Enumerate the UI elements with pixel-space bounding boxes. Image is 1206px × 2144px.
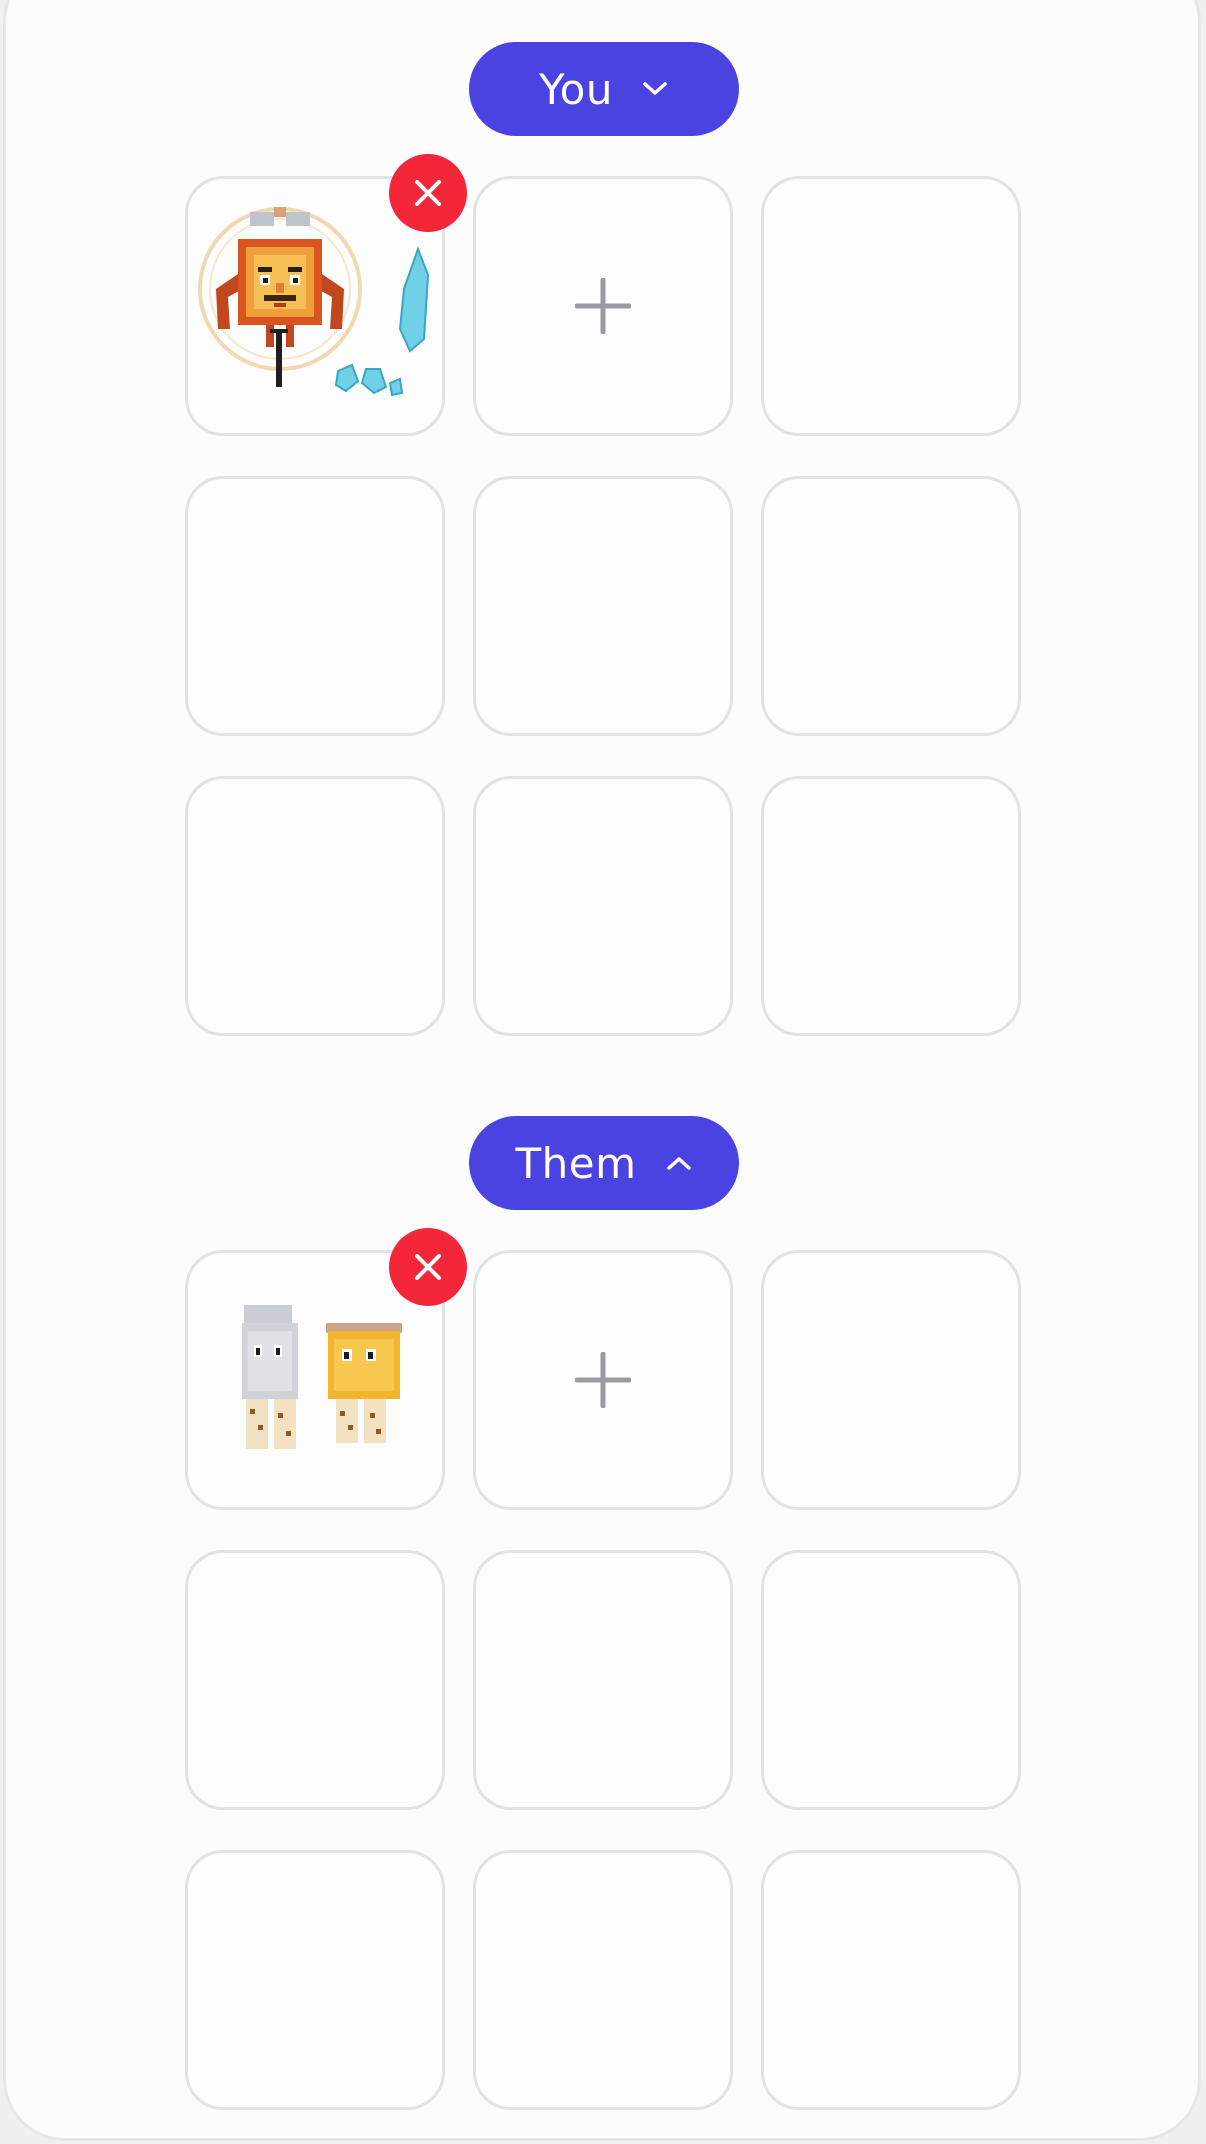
them-add-item-button[interactable] bbox=[473, 1250, 733, 1510]
close-icon bbox=[415, 1254, 441, 1280]
you-item-slot-1[interactable] bbox=[185, 154, 467, 436]
you-add-item-button[interactable] bbox=[473, 176, 733, 436]
plus-icon bbox=[575, 278, 631, 334]
them-empty-slot bbox=[761, 1250, 1021, 1510]
you-empty-slot bbox=[761, 176, 1021, 436]
them-empty-slot bbox=[761, 1850, 1021, 2110]
them-remove-item-button[interactable] bbox=[389, 1228, 467, 1306]
them-empty-slot bbox=[473, 1850, 733, 2110]
chevron-down-icon bbox=[643, 82, 667, 95]
you-empty-slot bbox=[185, 476, 445, 736]
them-item-grid bbox=[185, 1228, 1021, 2110]
you-empty-slot bbox=[473, 476, 733, 736]
chevron-up-icon bbox=[666, 1157, 691, 1170]
you-empty-slot bbox=[473, 776, 733, 1036]
you-toggle-button[interactable]: You bbox=[469, 42, 739, 136]
you-empty-slot bbox=[185, 776, 445, 1036]
them-toggle-button[interactable]: Them bbox=[469, 1116, 739, 1210]
you-toggle-label: You bbox=[539, 64, 613, 114]
you-empty-slot bbox=[761, 776, 1021, 1036]
them-item-slot-1[interactable] bbox=[185, 1228, 467, 1510]
you-remove-item-button[interactable] bbox=[389, 154, 467, 232]
them-toggle-label: Them bbox=[515, 1138, 637, 1188]
you-empty-slot bbox=[761, 476, 1021, 736]
close-icon bbox=[415, 180, 441, 206]
you-item-grid bbox=[185, 154, 1021, 1036]
them-empty-slot bbox=[185, 1850, 445, 2110]
them-empty-slot bbox=[761, 1550, 1021, 1810]
them-empty-slot bbox=[185, 1550, 445, 1810]
them-empty-slot bbox=[473, 1550, 733, 1810]
plus-icon bbox=[575, 1352, 631, 1408]
